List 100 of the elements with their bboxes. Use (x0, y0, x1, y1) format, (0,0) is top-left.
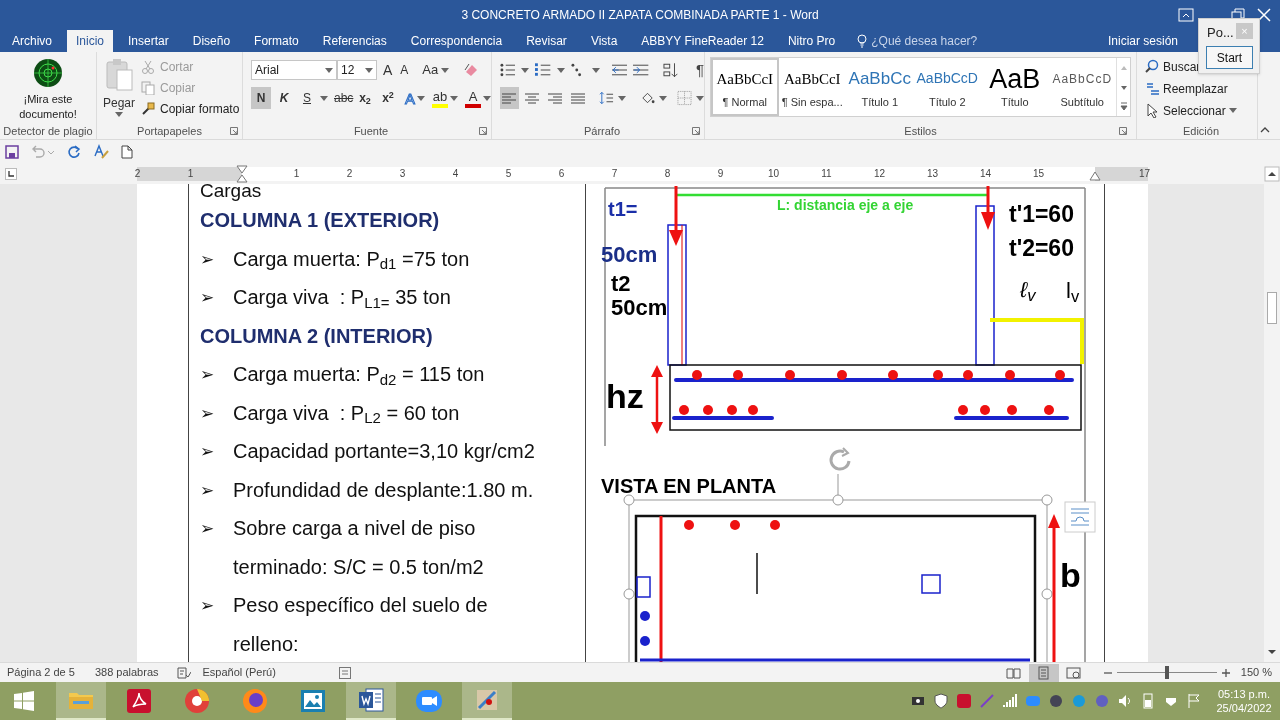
proofing-icon[interactable] (176, 666, 191, 679)
undo-icon[interactable] (31, 145, 55, 159)
pen-icon[interactable] (979, 693, 995, 709)
caret-icon[interactable] (556, 67, 565, 73)
taskbar-app-button[interactable] (346, 682, 396, 720)
dialog-launcher-icon[interactable] (230, 127, 238, 135)
taskbar-app-button[interactable] (462, 682, 512, 720)
highlight-button[interactable]: ab (432, 88, 458, 108)
scroll-up-icon[interactable] (1264, 166, 1280, 182)
scroll-thumb[interactable] (1267, 292, 1277, 324)
editing-button[interactable]: Reemplazar (1145, 79, 1228, 98)
collapse-ribbon-icon[interactable] (1260, 127, 1270, 133)
format-button[interactable]: N (251, 87, 271, 109)
editing-button[interactable]: Buscar (1145, 57, 1201, 76)
paint-bucket-icon[interactable] (640, 90, 655, 106)
vertical-scrollbar[interactable] (1264, 164, 1280, 662)
caret-icon[interactable] (417, 95, 425, 101)
tell-me-field[interactable]: ¿Qué desea hacer? (857, 30, 982, 52)
page-count[interactable]: Página 2 de 5 (7, 664, 75, 681)
ribbon-tab[interactable]: Referencias (313, 30, 396, 52)
caret-icon[interactable] (115, 112, 123, 117)
ribbon-tab[interactable]: Insertar (119, 30, 178, 52)
caret-icon[interactable] (441, 67, 450, 73)
ribbon-tab[interactable]: Diseño (183, 30, 240, 52)
decrease-indent-icon[interactable] (612, 62, 628, 78)
ribbon-tab[interactable]: Vista (581, 30, 627, 52)
style-item[interactable]: AaBbCcD Subtítulo (1048, 58, 1116, 116)
font-family-field[interactable]: Arial (251, 60, 337, 80)
signal-icon[interactable] (1002, 693, 1018, 709)
tab-selector-icon[interactable] (5, 168, 17, 180)
clipboard-action[interactable]: Copiar formato (141, 100, 240, 117)
caret-icon[interactable] (521, 67, 530, 73)
battery-icon[interactable] (1140, 693, 1156, 709)
indent-marker-icon[interactable] (236, 165, 248, 183)
plagiarism-button[interactable]: ¡Mira este documento! (0, 52, 96, 123)
sign-in-link[interactable]: Iniciar sesión (1107, 30, 1178, 52)
macro-icon[interactable] (338, 666, 351, 679)
format-button[interactable]: K (274, 87, 294, 109)
paste-button[interactable]: Pegar (97, 58, 141, 123)
zoom-level[interactable]: 150 % (1240, 664, 1272, 681)
ribbon-tab[interactable]: Correspondencia (401, 30, 512, 52)
view-button[interactable] (1028, 663, 1059, 682)
eraser-icon[interactable] (463, 62, 480, 78)
numbered-list-icon[interactable] (535, 62, 551, 78)
dialog-launcher-icon[interactable] (1119, 127, 1127, 135)
style-item[interactable]: AaBbCc Título 1 (846, 58, 914, 116)
zoom-slider-thumb[interactable] (1164, 666, 1169, 679)
increase-indent-icon[interactable] (633, 62, 649, 78)
font-color-button[interactable]: A (465, 88, 491, 108)
spelling-icon[interactable] (93, 144, 109, 160)
ribbon-tab[interactable]: Formato (245, 30, 308, 52)
line-spacing-icon[interactable] (599, 90, 614, 106)
flag-icon[interactable] (1186, 693, 1202, 709)
ribbon-tab[interactable]: Inicio (67, 30, 114, 52)
grow-font-button[interactable]: A (381, 59, 395, 81)
caret-icon[interactable] (365, 67, 373, 73)
style-item[interactable]: AaBbCcI ¶ Normal (711, 58, 779, 116)
ruler[interactable]: 2 1 1 2 3 4 5 6 7 8 9 10 11 12 13 14 15 17 (137, 167, 1148, 181)
ribbon-tab[interactable]: Nitro Pro (778, 30, 845, 52)
ribbon-tab[interactable]: ABBYY FineReader 12 (632, 30, 773, 52)
dialog-launcher-icon[interactable] (692, 127, 700, 135)
font-size-field[interactable]: 12 (337, 60, 377, 80)
change-case-button[interactable]: Aa (422, 60, 450, 80)
repeat-icon[interactable] (67, 145, 81, 159)
save-icon[interactable] (5, 145, 19, 159)
format-button[interactable]: x$_{2}$ (355, 87, 375, 109)
bullet-list-icon[interactable] (500, 62, 516, 78)
ribbon-display-icon[interactable] (1178, 8, 1194, 22)
style-item[interactable]: AaBbCcD Título 2 (913, 58, 981, 116)
caret-icon[interactable] (450, 95, 458, 101)
editing-button[interactable]: Seleccionar (1145, 101, 1237, 120)
language-indicator[interactable]: Español (Perú) (202, 664, 276, 681)
pdf-tray-icon[interactable] (956, 693, 972, 709)
sort-icon[interactable] (662, 62, 678, 78)
caret-icon[interactable] (320, 95, 328, 101)
rotate-handle-icon[interactable] (829, 447, 851, 471)
start-button[interactable]: Start (1206, 46, 1253, 69)
caret-icon[interactable] (592, 67, 600, 73)
new-document-icon[interactable] (121, 145, 133, 159)
caret-icon[interactable] (1228, 108, 1237, 113)
alignment-button[interactable] (500, 87, 519, 109)
close-icon[interactable] (1256, 8, 1272, 22)
word-count[interactable]: 388 palabras (94, 664, 159, 681)
style-item[interactable]: AaB Título (981, 58, 1049, 116)
ribbon-tab[interactable]: Archivo (3, 30, 61, 52)
shield-icon[interactable] (933, 693, 949, 709)
zoom-in-icon[interactable] (1220, 667, 1231, 678)
style-item[interactable]: AaBbCcI ¶ Sin espa... (778, 58, 846, 116)
caret-icon[interactable] (325, 67, 333, 73)
speaker-icon[interactable] (1117, 693, 1133, 709)
caret-icon[interactable] (483, 95, 491, 101)
show-marks-button[interactable]: ¶ (695, 58, 705, 82)
format-button[interactable]: S (297, 87, 317, 109)
caret-icon[interactable] (618, 95, 626, 101)
caret-icon[interactable] (659, 95, 667, 101)
format-button[interactable]: x$^{2}$ (378, 87, 398, 109)
format-button[interactable]: abc (331, 87, 352, 109)
right-indent-icon[interactable] (1089, 171, 1101, 181)
ribbon-tab[interactable]: Revisar (517, 30, 576, 52)
caret-icon[interactable] (696, 95, 704, 101)
